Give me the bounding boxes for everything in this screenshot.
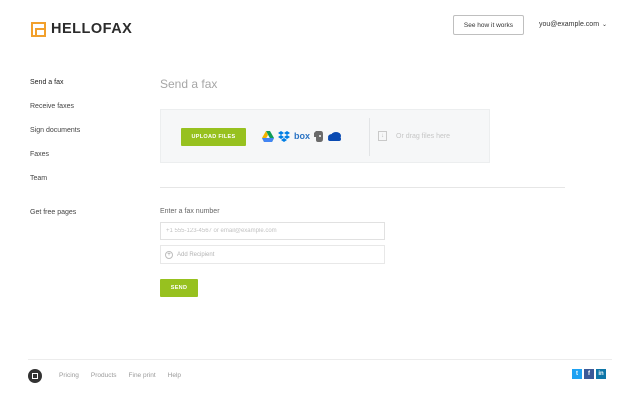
- footer-link-products[interactable]: Products: [91, 372, 117, 379]
- sidebar-item-sign-documents[interactable]: Sign documents: [30, 126, 80, 150]
- plus-circle-icon: +: [165, 250, 173, 259]
- linkedin-icon[interactable]: in: [596, 369, 606, 379]
- footer-link-pricing[interactable]: Pricing: [59, 372, 79, 379]
- box-icon[interactable]: box: [294, 130, 310, 142]
- section-divider: [160, 187, 565, 188]
- google-drive-icon[interactable]: [262, 130, 274, 142]
- dropbox-icon[interactable]: [278, 130, 290, 142]
- sidebar-item-receive-faxes[interactable]: Receive faxes: [30, 102, 80, 126]
- hellofax-logo[interactable]: HELLOFAX: [31, 21, 132, 37]
- add-recipient-button[interactable]: + Add Recipient: [160, 245, 385, 264]
- social-links: t f in: [572, 369, 606, 379]
- fax-number-input[interactable]: [160, 222, 385, 240]
- sidebar-nav: Send a fax Receive faxes Sign documents …: [30, 78, 80, 232]
- footer-divider: [28, 359, 612, 360]
- evernote-icon[interactable]: [314, 130, 324, 142]
- user-email: you@example.com: [539, 21, 600, 28]
- twitter-icon[interactable]: t: [572, 369, 582, 379]
- sidebar-item-send-a-fax[interactable]: Send a fax: [30, 78, 80, 102]
- see-how-it-works-button[interactable]: See how it works: [453, 15, 524, 35]
- drag-drop-zone[interactable]: ↓ Or drag files here: [378, 131, 450, 141]
- fax-number-label: Enter a fax number: [160, 208, 220, 215]
- sidebar-item-team[interactable]: Team: [30, 174, 80, 198]
- sidebar-item-faxes[interactable]: Faxes: [30, 150, 80, 174]
- upload-files-button[interactable]: UPLOAD FILES: [181, 128, 246, 146]
- onedrive-icon[interactable]: [327, 130, 342, 142]
- footer-links: Pricing Products Fine print Help: [59, 372, 181, 379]
- footer-link-fine-print[interactable]: Fine print: [129, 372, 156, 379]
- facebook-icon[interactable]: f: [584, 369, 594, 379]
- footer-logo-icon[interactable]: [28, 369, 42, 383]
- hellofax-logo-icon: [31, 21, 46, 37]
- cloud-services: box: [262, 130, 342, 142]
- chevron-down-icon: ⌄: [602, 22, 608, 28]
- drag-files-text: Or drag files here: [396, 132, 451, 140]
- footer-link-help[interactable]: Help: [168, 372, 181, 379]
- send-button[interactable]: SEND: [160, 279, 198, 297]
- user-account-menu[interactable]: you@example.com ⌄: [539, 21, 607, 28]
- footer-logo-mark: [32, 373, 38, 379]
- download-arrow-icon: ↓: [378, 131, 387, 141]
- panel-divider: [369, 118, 370, 156]
- sidebar-item-get-free-pages[interactable]: Get free pages: [30, 208, 80, 232]
- page-title: Send a fax: [160, 77, 218, 91]
- logo-text: HELLOFAX: [51, 21, 133, 37]
- upload-panel: UPLOAD FILES box ↓ Or drag files here: [160, 109, 490, 163]
- add-recipient-label: Add Recipient: [177, 251, 215, 258]
